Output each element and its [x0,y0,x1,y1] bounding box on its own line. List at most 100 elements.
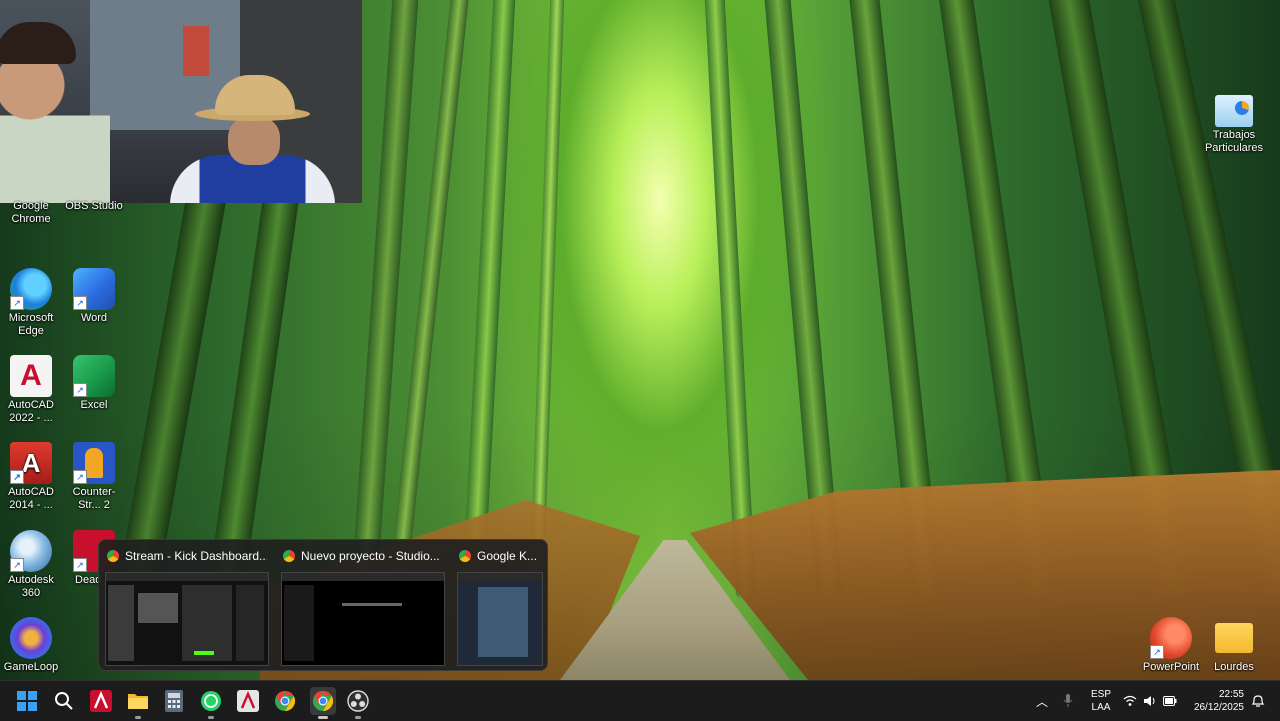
preview-window-title-text: Stream - Kick Dashboard... [125,549,267,563]
edge-icon: ↗ [10,268,52,310]
running-indicator [355,716,361,719]
shortcut-label: OBS Studio [65,200,123,212]
shortcut-arrow-icon: ↗ [1150,645,1164,659]
input-language-indicator[interactable]: ESP LAA [1088,688,1114,714]
notification-bell-icon [1251,695,1265,707]
shortcut-label: Word [80,312,108,324]
running-indicator [208,716,214,719]
file-explorer-taskbar-button[interactable] [126,689,150,713]
trabajos-particulares-shortcut[interactable]: Trabajos Particulares [1202,95,1266,155]
thumbnail-sidebar [108,585,134,661]
powerpoint-icon: ↗ [1150,617,1192,659]
microphone-button[interactable] [1058,681,1078,721]
webcam-overlay [0,0,362,203]
folder-icon [1215,623,1253,653]
autocad-2022-shortcut[interactable]: A AutoCAD 2022 - ... [0,355,63,425]
preview-thumbnail [105,572,269,666]
keyboard-layout-code: LAA [1091,702,1111,713]
presentation-icon [1215,95,1253,127]
windows-start-icon [17,691,37,711]
start-button[interactable] [15,689,39,713]
chrome-profile-taskbar-button[interactable] [310,687,336,715]
folder-icon [128,694,148,709]
taskbar: ︿ ESP LAA 22:55 26/12/2025 [0,680,1280,721]
notifications-button[interactable] [1250,681,1266,721]
powerpoint-shortcut[interactable]: ↗ PowerPoint [1139,617,1203,674]
running-indicator [135,716,141,719]
whatsapp-taskbar-button[interactable] [199,689,223,713]
counter-strike-icon: ↗ [73,442,115,484]
webcam-person-right [170,75,335,203]
volume-icon [1144,696,1155,706]
thumbnail-panel [182,585,232,661]
preview-window-kick-dashboard[interactable]: Stream - Kick Dashboard... [99,540,269,670]
shortcut-label: Autodesk 360 [8,574,54,599]
preview-window-title: Google K... [459,548,543,564]
excel-shortcut[interactable]: ↗ Excel [62,355,126,412]
chrome-icon [313,690,334,712]
preview-window-title-text: Google K... [477,549,538,563]
chrome-taskbar-button[interactable] [273,689,297,713]
autodesk-360-icon: ↗ [10,530,52,572]
shortcut-arrow-icon: ↗ [73,470,87,484]
chrome-icon [459,550,471,562]
obs-studio-shortcut[interactable]: OBS Studio [62,200,126,213]
preview-window-title: Nuevo proyecto - Studio... [283,548,443,564]
thumbnail-toolbar [106,573,268,581]
google-chrome-shortcut[interactable]: Google Chrome [0,200,63,226]
webcam-poster [183,26,209,76]
webcam-person-left-hair [0,22,76,64]
chevron-up-icon: ︿ [1035,694,1048,709]
preview-window-studio[interactable]: Nuevo proyecto - Studio... [275,540,445,670]
shortcut-arrow-icon: ↗ [73,383,87,397]
lourdes-folder[interactable]: Lourdes [1202,617,1266,674]
autocad-icon [90,690,112,712]
quick-settings-button[interactable] [1122,681,1178,721]
search-icon [55,692,73,710]
webcam-person-right-face [228,117,280,165]
shortcut-arrow-icon: ↗ [10,470,24,484]
chrome-icon [275,690,296,712]
shortcut-label: GameLoop [3,661,59,673]
counter-strike-2-shortcut[interactable]: ↗ Counter-Str... 2 [62,442,126,512]
preview-window-google[interactable]: Google K... [451,540,547,670]
excel-icon: ↗ [73,355,115,397]
gameloop-shortcut[interactable]: GameLoop [0,617,63,674]
show-hidden-icons-button[interactable]: ︿ [1032,681,1052,721]
shortcut-label: Trabajos Particulares [1204,129,1264,154]
presentation-chart-glyph [1235,101,1249,115]
preview-window-title: Stream - Kick Dashboard... [107,548,267,564]
clock-time: 22:55 [1218,689,1244,700]
autodesk-360-shortcut[interactable]: ↗ Autodesk 360 [0,530,63,600]
word-shortcut[interactable]: ↗ Word [62,268,126,325]
shortcut-arrow-icon: ↗ [73,558,87,572]
autocad-icon: A [10,355,52,397]
chrome-icon [107,550,119,562]
shortcut-label: Microsoft Edge [8,312,54,337]
acrobat-icon [237,690,259,712]
taskbar-window-preview: Stream - Kick Dashboard... Nuevo proyect… [98,539,548,671]
acrobat-taskbar-button[interactable] [236,689,260,713]
shortcut-label: Lourdes [1214,661,1254,673]
obs-taskbar-button[interactable] [346,689,370,713]
preview-window-title-text: Nuevo proyecto - Studio... [301,549,440,563]
shortcut-label: Excel [80,399,108,411]
system-clock[interactable]: 22:55 26/12/2025 [1194,688,1244,714]
thumbnail-text-line [342,603,402,606]
autocad-2014-shortcut[interactable]: A ↗ AutoCAD 2014 - ... [0,442,63,512]
shortcut-label: Counter-Str... 2 [72,486,116,511]
thumbnail-sidebar [284,585,314,661]
shortcut-arrow-icon: ↗ [73,296,87,310]
preview-thumbnail [457,572,543,666]
microsoft-edge-shortcut[interactable]: ↗ Microsoft Edge [0,268,63,338]
autocad-taskbar-button[interactable] [89,689,113,713]
shortcut-arrow-icon: ↗ [10,296,24,310]
battery-icon [1163,696,1177,706]
thumbnail-chat [236,585,264,661]
calculator-taskbar-button[interactable] [162,689,186,713]
thumbnail-toolbar [282,573,444,581]
clock-date: 26/12/2025 [1193,702,1244,713]
search-button[interactable] [52,689,76,713]
webcam-hat [215,75,295,115]
autocad-icon: A ↗ [10,442,52,484]
